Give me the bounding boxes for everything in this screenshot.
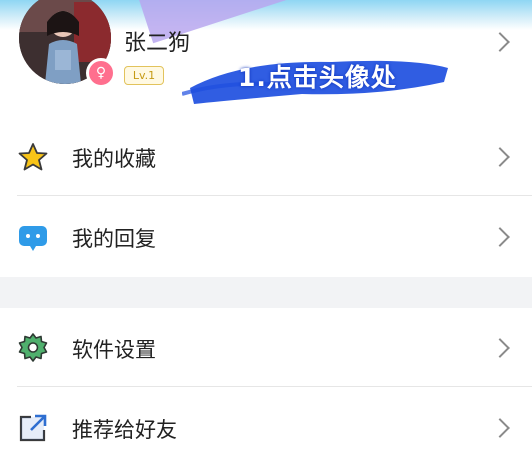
- chevron-right-icon: [490, 227, 510, 247]
- section-gap: [0, 277, 532, 308]
- gender-badge: ♀: [86, 58, 116, 88]
- level-badge: Lv.1: [124, 66, 164, 85]
- username[interactable]: 张二狗: [124, 25, 190, 57]
- divider: [17, 386, 532, 387]
- chat-bubble-icon: [19, 226, 47, 251]
- chevron-right-icon: [490, 147, 510, 167]
- menu-item-label: 软件设置: [72, 338, 156, 362]
- profile-header[interactable]: ♀ 张二狗 Lv.1 1.点击头像处: [0, 0, 532, 118]
- profile-chevron-icon[interactable]: [490, 32, 510, 52]
- gear-icon: [18, 333, 48, 362]
- menu-item-label: 我的回复: [72, 227, 156, 251]
- menu-item-recommend[interactable]: 推荐给好友: [0, 388, 532, 468]
- chevron-right-icon: [490, 418, 510, 438]
- chevron-right-icon: [490, 338, 510, 358]
- divider: [17, 195, 532, 196]
- menu-item-favorites[interactable]: 我的收藏: [0, 117, 532, 197]
- menu-item-settings[interactable]: 软件设置: [0, 308, 532, 388]
- menu-item-label: 我的收藏: [72, 147, 156, 171]
- star-icon: [18, 143, 48, 171]
- share-icon: [19, 414, 47, 442]
- menu-item-label: 推荐给好友: [72, 418, 177, 442]
- annotation-highlight: 1.点击头像处: [182, 48, 454, 106]
- annotation-text: 1.点击头像处: [238, 63, 397, 92]
- menu-item-replies[interactable]: 我的回复: [0, 197, 532, 277]
